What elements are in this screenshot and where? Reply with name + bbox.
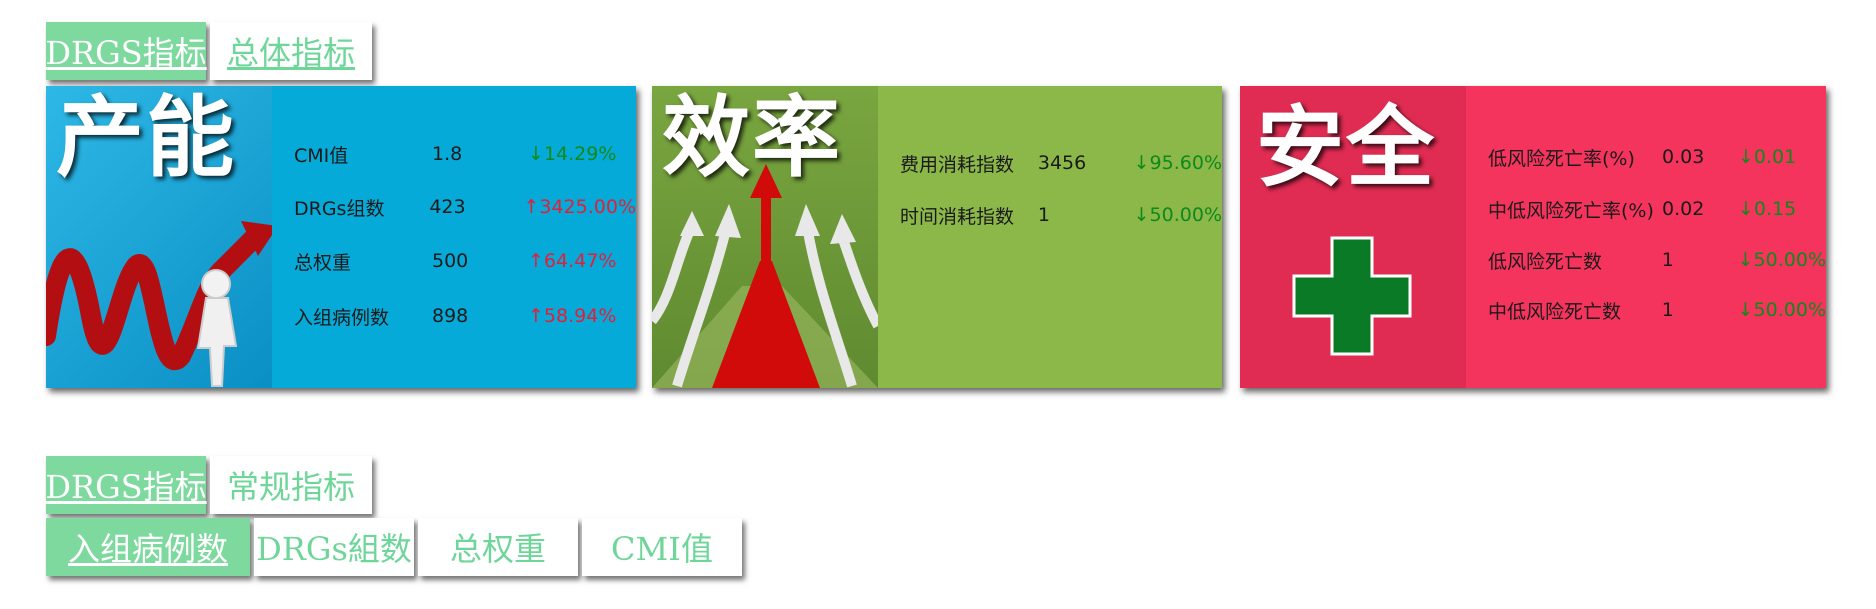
- metric-row: DRGs组数 423 ↑3425.00%: [294, 192, 636, 222]
- metric-row: 中低风险死亡数 1 ↓50.00%: [1488, 295, 1826, 325]
- metric-row: 中低风险死亡率(%) 0.02 ↓0.15: [1488, 194, 1826, 224]
- metric-change: ↓50.00%: [1133, 204, 1222, 226]
- metric-name: CMI值: [294, 144, 349, 167]
- metric-row: 总权重 500 ↑64.47%: [294, 246, 636, 276]
- metric-change: ↓50.00%: [1737, 249, 1826, 271]
- metric-value: 0.03: [1662, 146, 1705, 168]
- capacity-metrics: CMI值 1.8 ↓14.29% DRGs组数 423 ↑3425.00% 总权…: [272, 86, 636, 388]
- metric-row: 低风险死亡率(%) 0.03 ↓0.01: [1488, 142, 1826, 172]
- metric-name: 低风险死亡率(%): [1488, 147, 1635, 170]
- metric-name: 入组病例数: [294, 306, 390, 329]
- metric-change: ↓0.01: [1738, 146, 1797, 168]
- capacity-hero-image: 产能: [46, 86, 272, 388]
- tab-total-weight[interactable]: 总权重: [418, 518, 578, 576]
- metric-row: 时间消耗指数 1 ↓50.00%: [900, 200, 1222, 230]
- efficiency-card: 效率 费用消耗指数 3456 ↓95.60% 时间消耗指数 1 ↓50.00%: [652, 86, 1222, 388]
- metric-change: ↑58.94%: [528, 305, 617, 327]
- metric-value: 500: [432, 250, 469, 272]
- efficiency-hero-image: 效率: [652, 86, 878, 388]
- metric-name: 总权重: [294, 251, 352, 274]
- metric-row: 费用消耗指数 3456 ↓95.60%: [900, 148, 1222, 178]
- capacity-card: 产能 CMI值 1.8 ↓14.29% DRGs组数 423 ↑3425.00%…: [46, 86, 636, 388]
- metric-value: 3456: [1037, 152, 1087, 174]
- metric-row: CMI值 1.8 ↓14.29%: [294, 139, 636, 169]
- metric-value: 1: [1037, 204, 1050, 226]
- metric-name: 低风险死亡数: [1488, 250, 1603, 273]
- capacity-title: 产能: [56, 86, 237, 189]
- metric-name: 时间消耗指数: [900, 205, 1015, 228]
- metric-change: ↓0.15: [1738, 198, 1797, 220]
- tab-drgs-indicators[interactable]: DRGS指标: [45, 22, 207, 80]
- metric-change: ↓14.29%: [528, 143, 617, 165]
- metric-name: 中低风险死亡率(%): [1488, 199, 1654, 222]
- safety-card: 安全 低风险死亡率(%) 0.03 ↓0.01 中低风险死亡率(%) 0.02 …: [1240, 86, 1826, 388]
- metric-value: 1.8: [432, 143, 463, 165]
- tab-drgs-groups[interactable]: DRGs組数: [254, 518, 414, 576]
- tab-drgs-indicators-2[interactable]: DRGS指标: [45, 456, 207, 514]
- tab-routine-indicators[interactable]: 常规指标: [210, 456, 372, 514]
- metric-row: 低风险死亡数 1 ↓50.00%: [1488, 245, 1826, 275]
- metric-name: 费用消耗指数: [900, 153, 1015, 176]
- metric-change: ↓95.60%: [1133, 152, 1222, 174]
- tab-overall-indicators[interactable]: 总体指标: [210, 22, 372, 80]
- metric-change: ↑64.47%: [528, 250, 617, 272]
- metric-value: 423: [429, 196, 466, 218]
- metric-name: 中低风险死亡数: [1488, 300, 1622, 323]
- metric-value: 898: [432, 305, 469, 327]
- efficiency-title: 效率: [662, 86, 843, 189]
- safety-metrics: 低风险死亡率(%) 0.03 ↓0.01 中低风险死亡率(%) 0.02 ↓0.…: [1466, 86, 1826, 388]
- metric-name: DRGs组数: [294, 197, 385, 220]
- metric-change: ↓50.00%: [1737, 299, 1826, 321]
- efficiency-metrics: 费用消耗指数 3456 ↓95.60% 时间消耗指数 1 ↓50.00%: [878, 86, 1222, 388]
- metric-change: ↑3425.00%: [523, 196, 636, 218]
- metric-value: 0.02: [1662, 198, 1705, 220]
- tab-enrolled-cases[interactable]: 入组病例数: [46, 518, 250, 576]
- metric-value: 1: [1661, 249, 1674, 271]
- medical-cross-icon: [1292, 236, 1412, 356]
- tab-cmi-value[interactable]: CMI值: [582, 518, 742, 576]
- metric-value: 1: [1661, 299, 1674, 321]
- safety-hero-image: 安全: [1240, 86, 1466, 388]
- metric-row: 入组病例数 898 ↑58.94%: [294, 301, 636, 331]
